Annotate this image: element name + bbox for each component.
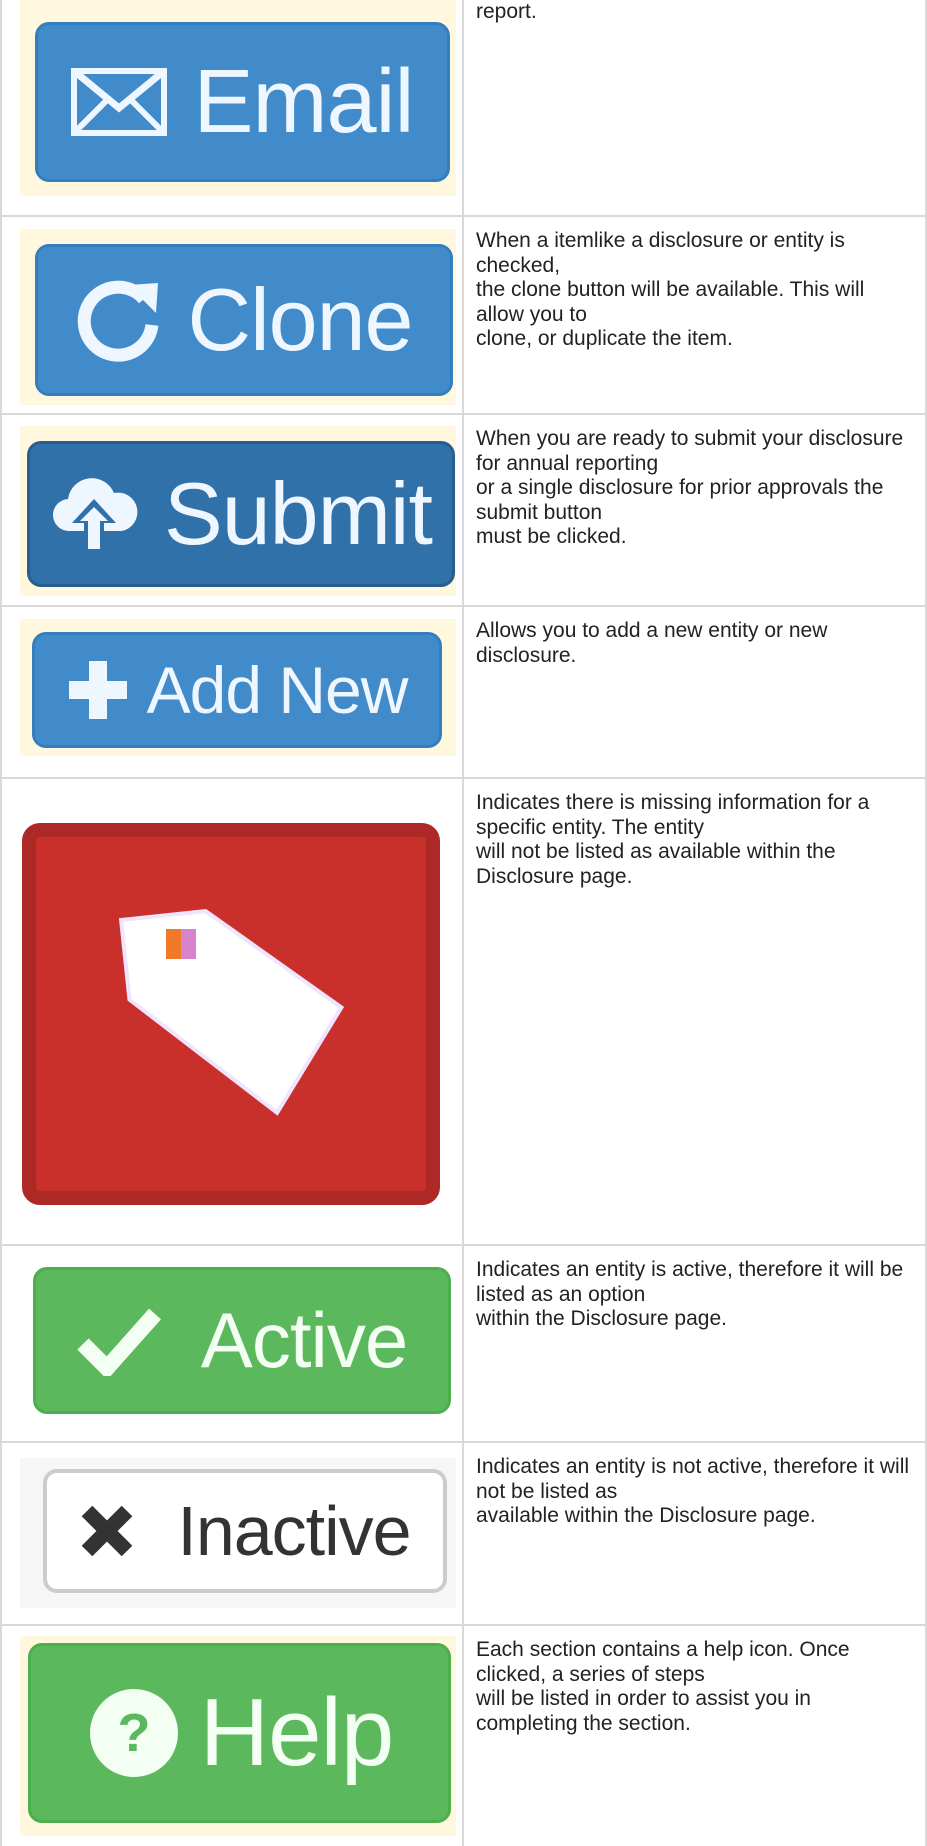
missing-info-badge xyxy=(22,823,440,1205)
question-circle-icon: ? xyxy=(86,1685,182,1781)
table-row-add-new: Add New Allows you to add a new entity o… xyxy=(0,607,927,779)
image-cell xyxy=(0,779,464,1244)
description-text: When a itemlike a disclosure or entity i… xyxy=(476,229,865,350)
help-button[interactable]: ? Help xyxy=(28,1643,451,1823)
tag-icon xyxy=(111,899,351,1129)
plus-icon xyxy=(67,659,129,721)
button-label: Active xyxy=(200,1296,408,1384)
image-cell: Active xyxy=(0,1246,464,1441)
table-row-help: ? Help Each section contains a help icon… xyxy=(0,1626,927,1846)
table-row-email: Email report. xyxy=(0,0,927,217)
description-cell: Indicates there is missing information f… xyxy=(464,779,927,1244)
table-row-missing-info: Indicates there is missing information f… xyxy=(0,779,927,1246)
email-button[interactable]: Email xyxy=(35,22,450,182)
description-cell: When a itemlike a disclosure or entity i… xyxy=(464,217,927,413)
image-cell: Add New xyxy=(0,607,464,777)
refresh-icon xyxy=(76,277,162,363)
cloud-upload-icon xyxy=(50,475,138,553)
table-row-submit: Submit When you are ready to submit your… xyxy=(0,415,927,607)
description-cell: Allows you to add a new entity or new di… xyxy=(464,607,927,777)
description-cell: Indicates an entity is active, therefore… xyxy=(464,1246,927,1441)
description-cell: Each section contains a help icon. Once … xyxy=(464,1626,927,1846)
button-label: Submit xyxy=(164,464,433,563)
x-icon xyxy=(79,1503,135,1559)
image-cell: Inactive xyxy=(0,1443,464,1624)
description-text: Indicates an entity is not active, there… xyxy=(476,1455,910,1527)
image-cell: Clone xyxy=(0,217,464,413)
description-text: When you are ready to submit your disclo… xyxy=(476,427,904,548)
description-text: report. xyxy=(476,0,537,23)
image-cell: Submit xyxy=(0,415,464,605)
button-label: Help xyxy=(199,1679,394,1786)
description-cell: report. xyxy=(464,0,927,215)
active-button[interactable]: Active xyxy=(33,1267,451,1414)
button-label: Email xyxy=(193,51,414,152)
clone-button[interactable]: Clone xyxy=(35,244,453,396)
inactive-button[interactable]: Inactive xyxy=(43,1469,447,1593)
button-label: Add New xyxy=(146,653,409,727)
description-cell: When you are ready to submit your disclo… xyxy=(464,415,927,605)
table-row-clone: Clone When a itemlike a disclosure or en… xyxy=(0,217,927,415)
envelope-icon xyxy=(71,68,168,136)
description-text: Indicates an entity is active, therefore… xyxy=(476,1258,904,1330)
description-text: Indicates there is missing information f… xyxy=(476,791,870,888)
table-row-active: Active Indicates an entity is active, th… xyxy=(0,1246,927,1443)
description-cell: Indicates an entity is not active, there… xyxy=(464,1443,927,1624)
image-cell: ? Help xyxy=(0,1626,464,1846)
submit-button[interactable]: Submit xyxy=(27,441,455,587)
description-text: Allows you to add a new entity or new di… xyxy=(476,619,828,667)
button-label: Inactive xyxy=(177,1492,411,1570)
add-new-button[interactable]: Add New xyxy=(32,632,442,748)
button-label: Clone xyxy=(187,270,414,369)
checkmark-icon xyxy=(77,1306,161,1376)
table-row-inactive: Inactive Indicates an entity is not acti… xyxy=(0,1443,927,1626)
image-cell: Email xyxy=(0,0,464,215)
description-text: Each section contains a help icon. Once … xyxy=(476,1638,850,1735)
svg-text:?: ? xyxy=(117,1703,150,1763)
